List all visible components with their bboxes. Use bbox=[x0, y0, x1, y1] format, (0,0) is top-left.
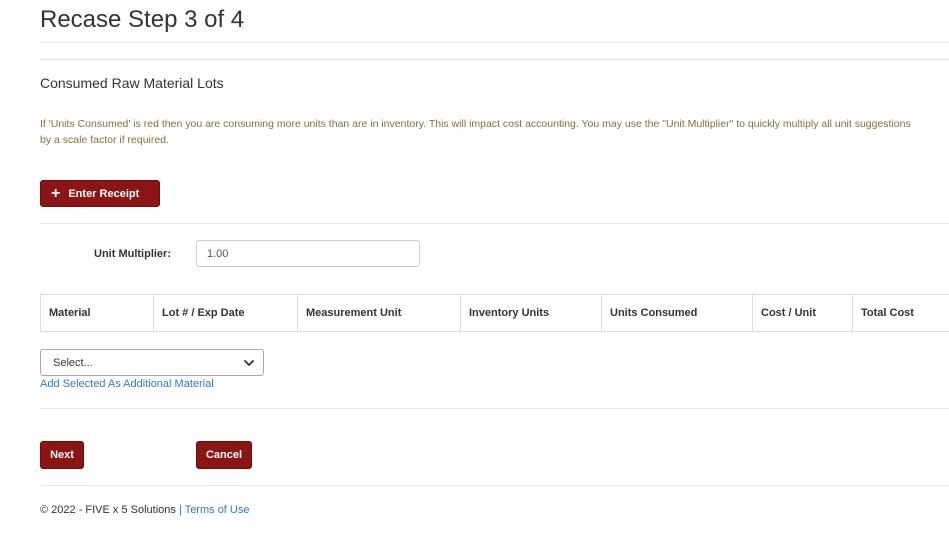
add-additional-material-link[interactable]: Add Selected As Additional Material bbox=[40, 378, 214, 390]
column-header-total-cost: Total Cost bbox=[852, 295, 949, 331]
footer: © 2022 - FIVE x 5 Solutions | Terms of U… bbox=[40, 504, 249, 516]
column-header-units-consumed: Units Consumed bbox=[601, 295, 752, 331]
enter-receipt-label: Enter Receipt bbox=[68, 187, 140, 200]
terms-of-use-link[interactable]: Terms of Use bbox=[185, 504, 250, 516]
footer-separator: | bbox=[178, 504, 182, 516]
next-button[interactable]: Next bbox=[40, 441, 84, 469]
page-title: Recase Step 3 of 4 bbox=[40, 6, 245, 33]
copyright-text: © 2022 - FIVE x 5 Solutions bbox=[40, 504, 176, 516]
enter-receipt-button[interactable]: + Enter Receipt bbox=[40, 180, 160, 207]
cancel-button[interactable]: Cancel bbox=[196, 441, 252, 469]
plus-icon: + bbox=[51, 184, 61, 202]
column-header-material: Material bbox=[40, 295, 153, 331]
unit-multiplier-label: Unit Multiplier: bbox=[94, 248, 171, 260]
divider bbox=[40, 485, 949, 486]
material-select-value: Select... bbox=[53, 356, 93, 369]
help-text: If 'Units Consumed' is red then you are … bbox=[40, 118, 911, 146]
column-header-cost-per-unit: Cost / Unit bbox=[752, 295, 852, 331]
recase-page: Recase Step 3 of 4 Consumed Raw Material… bbox=[0, 0, 949, 538]
materials-table-header: Material Lot # / Exp Date Measurement Un… bbox=[40, 294, 949, 332]
divider bbox=[40, 59, 949, 60]
section-title: Consumed Raw Material Lots bbox=[40, 75, 224, 91]
column-header-measurement-unit: Measurement Unit bbox=[297, 295, 460, 331]
unit-multiplier-input[interactable] bbox=[196, 240, 420, 267]
divider bbox=[40, 223, 949, 224]
material-select[interactable]: Select... bbox=[40, 349, 264, 376]
divider bbox=[40, 408, 949, 409]
column-header-lot-exp-date: Lot # / Exp Date bbox=[153, 295, 297, 331]
column-header-inventory-units: Inventory Units bbox=[460, 295, 601, 331]
chevron-down-icon bbox=[244, 359, 254, 366]
divider bbox=[40, 42, 949, 43]
